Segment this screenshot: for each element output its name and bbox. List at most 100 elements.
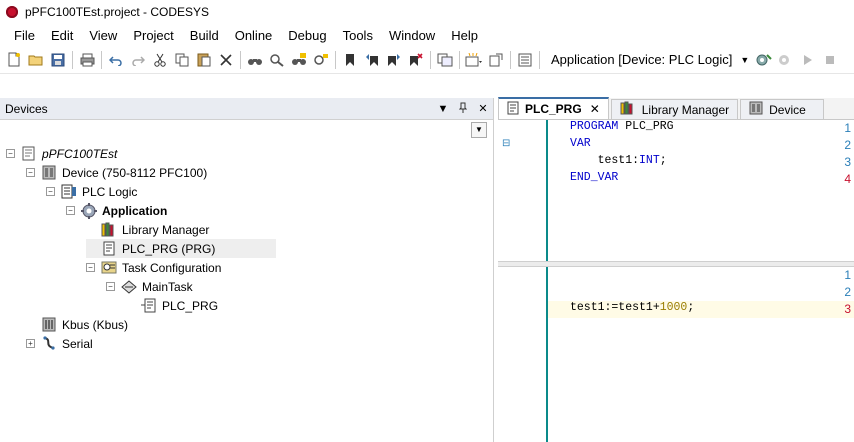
program-icon [101,241,117,257]
copy-icon[interactable] [171,49,193,71]
line-number: 3 [844,302,851,316]
tree-item-label: Library Manager [122,222,210,237]
print-icon[interactable] [76,49,98,71]
replace-icon[interactable] [288,49,310,71]
cross-reference-icon[interactable] [434,49,456,71]
login-icon[interactable] [753,49,775,71]
tree-item-application[interactable]: − Application [66,201,167,220]
tree-item-device-750-8112-pfc100[interactable]: − Device (750-8112 PFC100) [26,163,207,182]
collapse-icon[interactable]: − [26,168,35,177]
logout-icon[interactable] [775,49,797,71]
cut-icon[interactable] [149,49,171,71]
tree-item-serial[interactable]: + Serial [26,334,93,353]
open-icon[interactable] [25,49,47,71]
menu-build[interactable]: Build [182,28,227,43]
tree-item-maintask[interactable]: − MainTask [106,277,193,296]
redo-icon[interactable] [127,49,149,71]
menu-help[interactable]: Help [443,28,486,43]
find-next-icon[interactable] [266,49,288,71]
active-application-select[interactable]: Application [Device: PLC Logic] ▼ [547,49,753,71]
menu-file[interactable]: File [6,28,43,43]
tree-item-kbus-kbus[interactable]: Kbus (Kbus) [26,315,128,334]
tree-item-plc-logic[interactable]: − PLC Logic [46,182,137,201]
replace-next-icon[interactable] [310,49,332,71]
devices-panel-header: Devices ▼ ✕ [0,98,493,120]
project-icon [21,146,37,162]
code-token: ; [687,301,695,314]
save-icon[interactable] [47,49,69,71]
code-line[interactable]: test1:=test1+1000; [570,301,694,314]
tree-item-label: Device (750-8112 PFC100) [62,165,208,180]
code-token: PLC_PRG [625,120,674,133]
tree-item-ppfc100test[interactable]: − pPFC100TEst [6,144,117,163]
close-icon[interactable]: ✕ [473,102,493,115]
tab-library-manager[interactable]: Library Manager [610,99,739,119]
menu-tools[interactable]: Tools [335,28,381,43]
stop-icon[interactable] [819,49,841,71]
bookmark-prev-icon[interactable] [361,49,383,71]
panel-menu-icon[interactable]: ▼ [433,103,453,115]
plc-logic-icon [61,184,77,200]
expand-icon[interactable]: + [26,339,35,348]
tree-item-label: Task Configuration [122,260,222,275]
collapse-icon[interactable]: − [86,263,95,272]
line-number: 2 [844,138,851,152]
code-line[interactable]: END_VAR [570,171,618,184]
code-token: END_VAR [570,171,619,184]
delete-icon[interactable] [215,49,237,71]
find-icon[interactable] [244,49,266,71]
collapse-icon[interactable]: − [46,187,55,196]
implementation-editor[interactable]: 1 2 3 test1:=test1+1000; [498,267,854,442]
menu-window[interactable]: Window [381,28,443,43]
new-file-icon[interactable] [3,49,25,71]
kbus-icon [41,317,57,333]
devices-panel: Devices ▼ ✕ ▼ − pPFC100TEst − Device (750-8… [0,98,494,442]
fold-toggle-icon[interactable]: ⊟ [502,138,510,149]
collapse-icon[interactable]: − [6,149,15,158]
menu-edit[interactable]: Edit [43,28,81,43]
tree-item-plc-prg-prg[interactable]: PLC_PRG (PRG) [86,239,276,258]
line-number: 3 [844,155,851,169]
code-token: INT [639,154,660,167]
declaration-editor[interactable]: ⊟ 1 2 3 4 PROGRAM PLC_PRG VAR test1:INT; END_… [498,120,854,261]
menu-debug[interactable]: Debug [280,28,334,43]
menu-bar: File Edit View Project Build Online Debug Tools… [0,24,854,46]
serial-icon [41,336,57,352]
add-object-icon[interactable] [463,49,485,71]
toolbar-separator [510,50,511,69]
tree-item-task-configuration[interactable]: − Task Configuration [86,258,221,277]
toolbar: Application [Device: PLC Logic] ▼ [0,46,854,74]
collapse-icon[interactable]: − [106,282,115,291]
tab-plc-prg[interactable]: PLC_PRG ✕ [498,97,609,119]
toolbar-separator [539,50,540,69]
tree-options-dropdown[interactable]: ▼ [471,122,487,138]
tree-item-label: Kbus (Kbus) [62,317,129,332]
devices-panel-title: Devices [5,101,48,116]
undo-icon[interactable] [105,49,127,71]
bookmark-clear-icon[interactable] [405,49,427,71]
menu-online[interactable]: Online [227,28,281,43]
tree-item-library-manager[interactable]: Library Manager [86,220,209,239]
collapse-icon[interactable]: − [66,206,75,215]
export-icon[interactable] [485,49,507,71]
pin-icon[interactable] [453,102,473,116]
tree-item-label: PLC_PRG (PRG) [122,241,216,256]
tree-item-label: Serial [62,336,93,351]
code-line[interactable]: test1:INT; [570,154,667,167]
codesys-app-icon [6,6,18,18]
start-icon[interactable] [797,49,819,71]
tree-item-plc-prg[interactable]: PLC_PRG [126,296,218,315]
paste-icon[interactable] [193,49,215,71]
title-bar: pPFC100TEst.project - CODESYS [0,0,854,24]
gutter-divider [546,120,548,261]
close-tab-icon[interactable]: ✕ [590,102,600,116]
menu-view[interactable]: View [81,28,125,43]
code-line[interactable]: VAR [570,137,591,150]
code-line[interactable]: PROGRAM PLC_PRG [570,120,674,133]
calculator-icon[interactable] [514,49,536,71]
tab-device[interactable]: Device [740,99,825,119]
bookmark-next-icon[interactable] [383,49,405,71]
toolbar-separator [240,50,241,69]
menu-project[interactable]: Project [125,28,181,43]
bookmark-icon[interactable] [339,49,361,71]
